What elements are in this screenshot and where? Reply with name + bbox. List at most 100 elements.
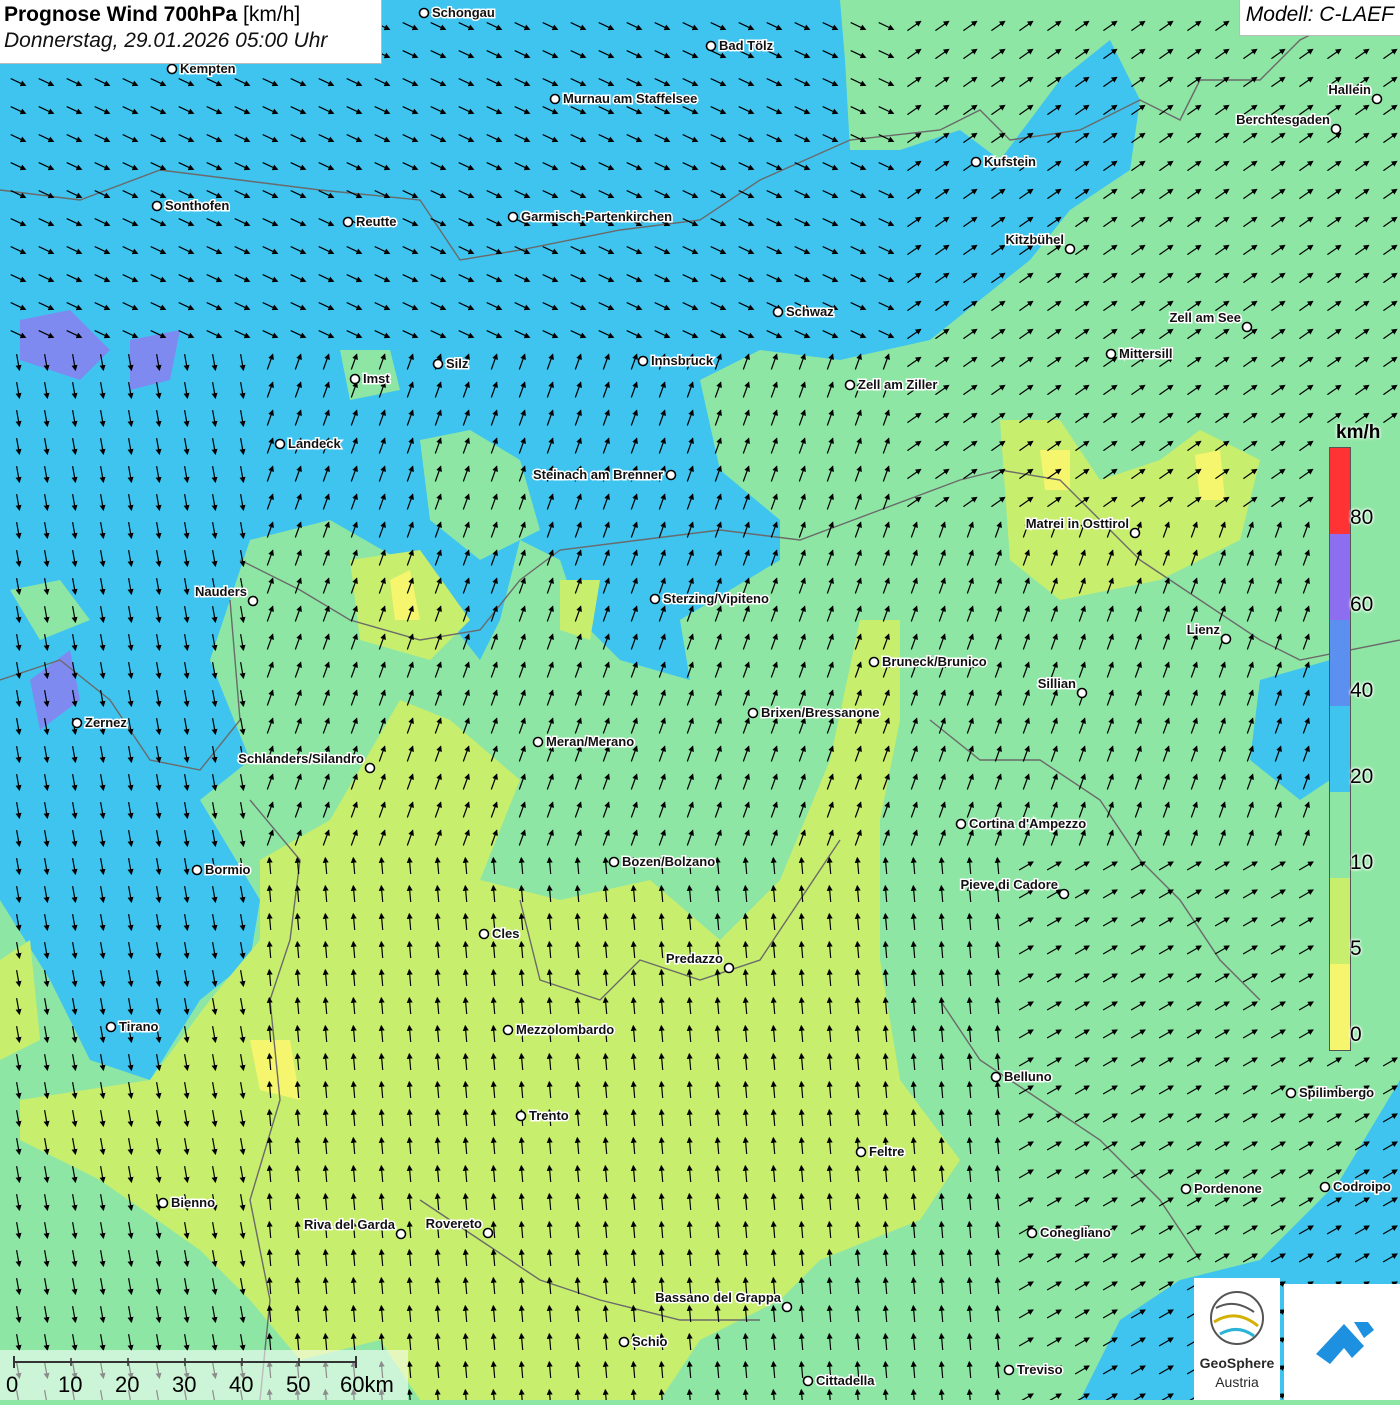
city-label: Belluno	[1004, 1069, 1052, 1084]
city-label: Bienno	[171, 1195, 215, 1210]
city-dot	[418, 7, 430, 19]
city-dot	[482, 1227, 494, 1239]
city-label: Trento	[529, 1108, 569, 1123]
title-box: Prognose Wind 700hPa [km/h] Donnerstag, …	[0, 0, 382, 64]
city-label: Silz	[446, 356, 469, 371]
city-dot	[772, 306, 784, 318]
city-label: Pordenone	[1194, 1181, 1262, 1196]
city-dot	[1105, 348, 1117, 360]
title-bold: Prognose Wind 700hPa	[4, 3, 238, 26]
city-label: Conegliano	[1040, 1225, 1111, 1240]
city-dot	[649, 593, 661, 605]
city-dot	[532, 736, 544, 748]
city-label: Hallein	[1328, 82, 1371, 97]
city-label: Kufstein	[984, 154, 1036, 169]
city-label: Bassano del Grappa	[655, 1290, 781, 1305]
city-label: Sonthofen	[165, 198, 229, 213]
city-dot	[637, 355, 649, 367]
city-dot	[1371, 93, 1383, 105]
city-label: Spilimbergo	[1299, 1085, 1374, 1100]
city-label: Zell am See	[1169, 310, 1241, 325]
city-marker: Mezzolombardo	[502, 1021, 616, 1039]
city-dot	[855, 1146, 867, 1158]
city-marker: Spilimbergo	[1285, 1084, 1376, 1102]
city-dot	[157, 1197, 169, 1209]
city-label: Murnau am Staffelsee	[563, 91, 697, 106]
color-legend: km/h 80 60 40 20 10 5 0	[1328, 422, 1398, 1054]
city-dot	[151, 200, 163, 212]
city-label: Bormio	[205, 862, 251, 877]
city-label: Meran/Merano	[546, 734, 634, 749]
legend-seg-20	[1330, 706, 1350, 792]
legend-tick: 20	[1350, 765, 1374, 788]
legend-tick: 80	[1350, 506, 1374, 529]
city-dot	[1285, 1087, 1297, 1099]
legend-seg-10	[1330, 792, 1350, 878]
city-label: Brixen/Bressanone	[761, 705, 880, 720]
city-dot	[1026, 1227, 1038, 1239]
city-label: Predazzo	[666, 951, 723, 966]
city-dot	[1129, 527, 1141, 539]
legend-seg-40	[1330, 620, 1350, 706]
city-marker: Conegliano	[1026, 1224, 1112, 1242]
city-label: Codroipo	[1333, 1179, 1391, 1194]
city-dot	[608, 856, 620, 868]
city-dot	[705, 40, 717, 52]
city-label: Cittadella	[816, 1373, 875, 1388]
city-label: Mezzolombardo	[516, 1022, 614, 1037]
city-dot	[166, 63, 178, 75]
city-label: Sterzing/Vipiteno	[663, 591, 769, 606]
city-dot	[1064, 243, 1076, 255]
city-dot	[364, 762, 376, 774]
model-label: Modell: C-LAEF	[1238, 0, 1400, 36]
city-dot	[618, 1336, 630, 1348]
city-dot	[665, 469, 677, 481]
city-marker: Bozen/Bolzano	[608, 853, 717, 871]
city-dot	[1076, 687, 1088, 699]
city-dot	[395, 1228, 407, 1240]
legend-seg-60	[1330, 534, 1350, 620]
city-label: Innsbruck	[651, 353, 714, 368]
wind-map: SchongauBad TölzKemptenMurnau am Staffel…	[0, 0, 1400, 1400]
city-dot	[549, 93, 561, 105]
city-label: Berchtesgaden	[1236, 112, 1330, 127]
legend-seg-0	[1330, 964, 1350, 1050]
app-logo[interactable]	[1284, 1284, 1400, 1400]
city-dot	[990, 1071, 1002, 1083]
city-marker: Sterzing/Vipiteno	[649, 590, 770, 608]
city-dot	[71, 717, 83, 729]
city-dot	[955, 818, 967, 830]
city-label: Cortina d'Ampezzo	[969, 816, 1086, 831]
city-dot	[844, 379, 856, 391]
city-dot	[507, 211, 519, 223]
city-dot	[781, 1301, 793, 1313]
city-marker: Pordenone	[1180, 1180, 1263, 1198]
city-label: Schlanders/Silandro	[238, 751, 364, 766]
city-dot	[802, 1375, 814, 1387]
city-label: Steinach am Brenner	[533, 467, 663, 482]
city-label: Schio	[632, 1334, 667, 1349]
legend-seg-5	[1330, 878, 1350, 964]
city-dot	[515, 1110, 527, 1122]
city-label: Pieve di Cadore	[960, 877, 1058, 892]
city-label: Kitzbühel	[1006, 232, 1065, 247]
legend-tick: 60	[1350, 593, 1374, 616]
legend-tick: 40	[1350, 679, 1374, 702]
city-label: Bozen/Bolzano	[622, 854, 715, 869]
city-dot	[1241, 321, 1253, 333]
city-dot	[723, 962, 735, 974]
scale-label: 20	[115, 1372, 140, 1397]
logo-line2: Austria	[1215, 1374, 1259, 1390]
city-label: Bad Tölz	[719, 38, 774, 53]
city-dot	[247, 595, 259, 607]
city-dot	[1330, 123, 1342, 135]
city-label: Nauders	[195, 584, 247, 599]
city-label: Sillian	[1038, 676, 1076, 691]
city-marker: Brixen/Bressanone	[747, 704, 881, 722]
title-unit: [km/h]	[237, 3, 301, 26]
city-dot	[274, 438, 286, 450]
city-label: Zernez	[85, 715, 127, 730]
scale-label: 10	[58, 1372, 83, 1397]
city-marker: Garmisch-Partenkirchen	[507, 208, 674, 226]
city-label: Lienz	[1187, 622, 1221, 637]
